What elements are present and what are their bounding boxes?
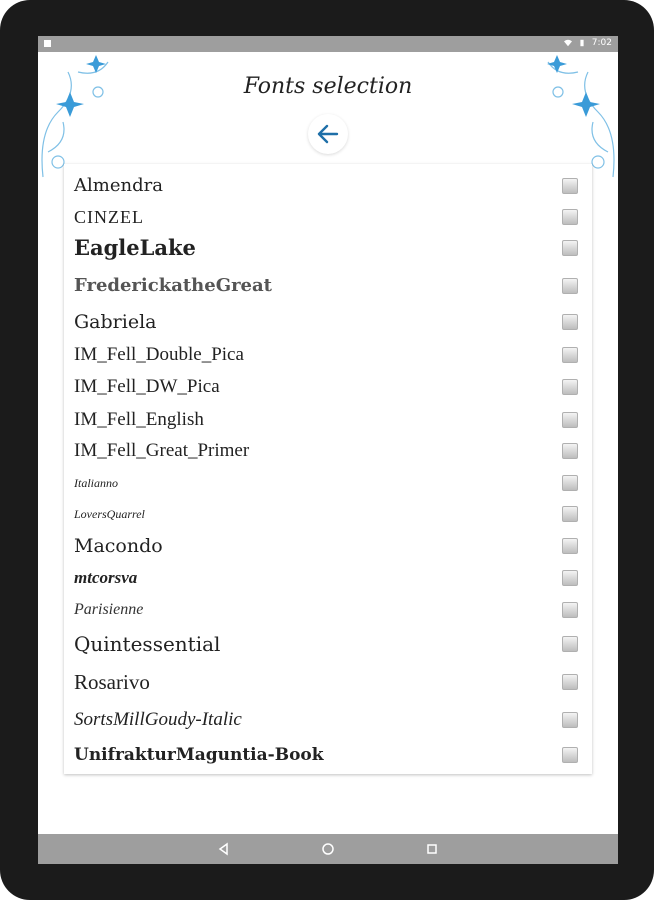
font-label: Italianno bbox=[74, 476, 118, 490]
font-label: Macondo bbox=[74, 535, 163, 557]
notification-icon bbox=[44, 40, 51, 47]
font-checkbox[interactable] bbox=[562, 347, 578, 363]
font-row[interactable]: Gabriela bbox=[64, 306, 592, 338]
font-checkbox[interactable] bbox=[562, 475, 578, 491]
arrow-left-icon bbox=[317, 124, 339, 144]
font-label: FrederickatheGreat bbox=[74, 275, 272, 296]
font-row[interactable]: CINZEL bbox=[64, 201, 592, 233]
font-row[interactable]: mtcorsva bbox=[64, 562, 592, 594]
font-label: IM_Fell_DW_Pica bbox=[74, 376, 220, 397]
font-checkbox[interactable] bbox=[562, 240, 578, 256]
font-checkbox[interactable] bbox=[562, 538, 578, 554]
font-label: SortsMillGoudy-Italic bbox=[74, 709, 242, 730]
font-label: EagleLake bbox=[74, 235, 196, 260]
back-button[interactable] bbox=[308, 114, 348, 154]
font-row[interactable]: FrederickatheGreat bbox=[64, 270, 592, 302]
font-label: Gabriela bbox=[74, 311, 157, 333]
font-label: CINZEL bbox=[74, 207, 144, 227]
status-time: 7:02 bbox=[591, 38, 612, 48]
font-row[interactable]: LoversQuarrel bbox=[64, 498, 592, 530]
app-screen: 7:02 Fonts selection Almendra CINZEL Eag… bbox=[38, 36, 618, 864]
font-row[interactable]: EagleLake bbox=[64, 232, 592, 264]
font-row[interactable]: Italianno bbox=[64, 467, 592, 499]
home-circle-icon[interactable] bbox=[320, 841, 336, 857]
wifi-icon bbox=[563, 39, 572, 47]
tablet-frame: 7:02 Fonts selection Almendra CINZEL Eag… bbox=[0, 0, 654, 900]
font-row[interactable]: SortsMillGoudy-Italic bbox=[64, 704, 592, 736]
font-row[interactable]: Almendra bbox=[64, 170, 592, 202]
font-checkbox[interactable] bbox=[562, 570, 578, 586]
font-checkbox[interactable] bbox=[562, 636, 578, 652]
font-checkbox[interactable] bbox=[562, 712, 578, 728]
font-row[interactable]: Quintessential bbox=[64, 628, 592, 660]
font-row[interactable]: IM_Fell_DW_Pica bbox=[64, 371, 592, 403]
font-checkbox[interactable] bbox=[562, 379, 578, 395]
font-checkbox[interactable] bbox=[562, 412, 578, 428]
font-label: Quintessential bbox=[74, 632, 221, 656]
recents-square-icon[interactable] bbox=[424, 841, 440, 857]
font-label: UnifrakturMaguntia-Book bbox=[74, 745, 324, 765]
font-label: IM_Fell_English bbox=[74, 409, 204, 430]
back-triangle-icon[interactable] bbox=[216, 841, 232, 857]
font-checkbox[interactable] bbox=[562, 674, 578, 690]
floral-ornament-icon bbox=[547, 55, 615, 178]
font-list: Almendra CINZEL EagleLake FrederickatheGrea… bbox=[64, 164, 592, 774]
font-checkbox[interactable] bbox=[562, 506, 578, 522]
font-row[interactable]: Parisienne bbox=[64, 594, 592, 626]
font-row[interactable]: IM_Fell_Double_Pica bbox=[64, 339, 592, 371]
battery-icon bbox=[580, 39, 584, 47]
font-checkbox[interactable] bbox=[562, 178, 578, 194]
font-checkbox[interactable] bbox=[562, 747, 578, 763]
font-label: IM_Fell_Double_Pica bbox=[74, 344, 244, 365]
font-row[interactable]: Macondo bbox=[64, 530, 592, 562]
font-label: mtcorsva bbox=[74, 568, 138, 587]
font-label: Rosarivo bbox=[74, 670, 150, 694]
font-label: LoversQuarrel bbox=[74, 507, 145, 521]
font-checkbox[interactable] bbox=[562, 314, 578, 330]
font-label: Almendra bbox=[74, 175, 163, 196]
font-row[interactable]: UnifrakturMaguntia-Book bbox=[64, 739, 592, 771]
font-label: IM_Fell_Great_Primer bbox=[74, 440, 250, 461]
navigation-bar bbox=[38, 834, 618, 864]
page-title: Fonts selection bbox=[243, 74, 413, 99]
font-checkbox[interactable] bbox=[562, 602, 578, 618]
font-label: Parisienne bbox=[74, 601, 144, 618]
font-checkbox[interactable] bbox=[562, 209, 578, 225]
font-checkbox[interactable] bbox=[562, 443, 578, 459]
floral-ornament-icon bbox=[41, 55, 109, 178]
status-bar: 7:02 bbox=[38, 36, 618, 52]
font-row[interactable]: IM_Fell_Great_Primer bbox=[64, 435, 592, 467]
font-row[interactable]: Rosarivo bbox=[64, 666, 592, 698]
font-row[interactable]: IM_Fell_English bbox=[64, 404, 592, 436]
font-checkbox[interactable] bbox=[562, 278, 578, 294]
